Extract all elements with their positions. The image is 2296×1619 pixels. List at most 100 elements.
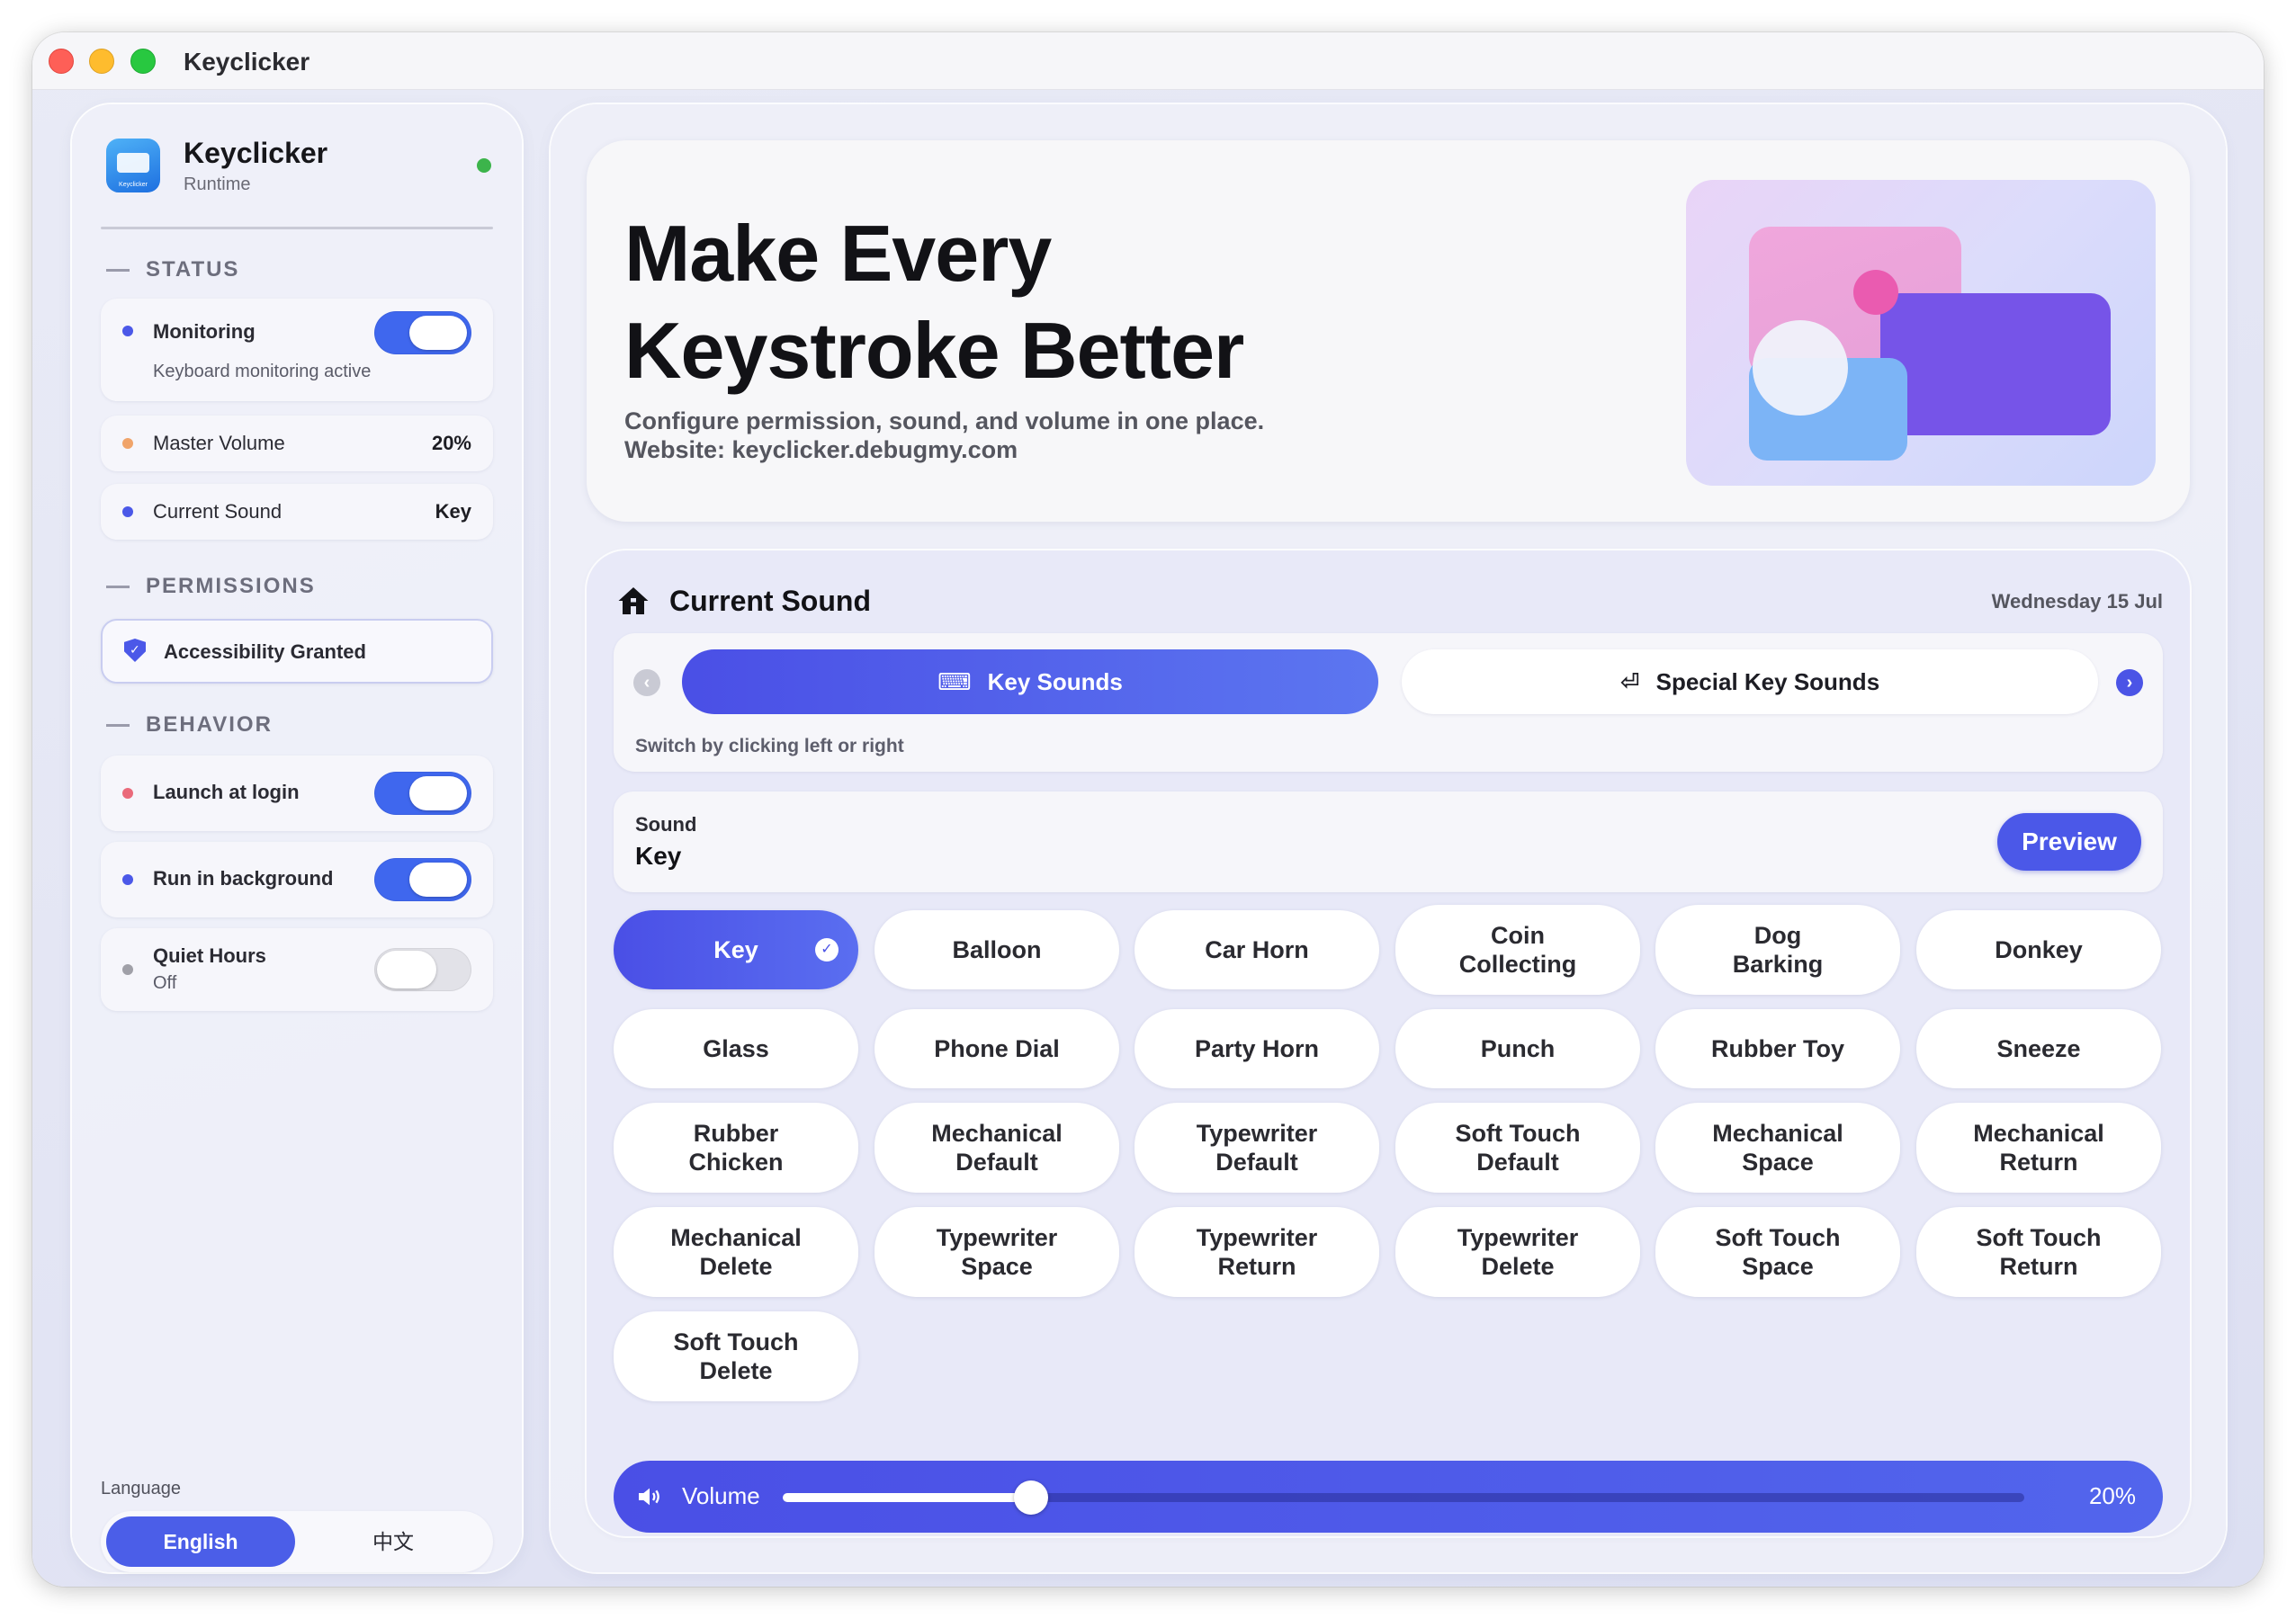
language-switcher: English 中文 (101, 1511, 493, 1572)
sound-option-button[interactable]: Phone Dial (874, 1009, 1119, 1088)
sound-option-button[interactable]: Soft Touch Return (1916, 1207, 2161, 1297)
hero-card: Make Every Keystroke Better Configure pe… (587, 140, 2190, 522)
sound-option-button[interactable]: Typewriter Delete (1395, 1207, 1640, 1297)
volume-label: Volume (682, 1482, 760, 1509)
hero-subtitle: Configure permission, sound, and volume … (624, 407, 1265, 463)
accessibility-label: Accessibility Granted (164, 640, 366, 663)
app-name: Keyclicker (184, 137, 328, 169)
sound-option-label: Punch (1480, 1035, 1556, 1062)
sound-option-button[interactable]: Glass (614, 1009, 858, 1088)
quiet-hours-toggle[interactable] (374, 948, 471, 991)
volume-slider-thumb[interactable] (1014, 1480, 1048, 1515)
status-dot (122, 326, 133, 336)
sound-option-button[interactable]: Car Horn (1135, 910, 1379, 989)
sound-option-button[interactable]: Typewriter Default (1135, 1103, 1379, 1193)
language-english-button[interactable]: English (106, 1516, 295, 1567)
sound-option-button[interactable]: Soft Touch Delete (614, 1311, 858, 1401)
master-volume-label: Master Volume (153, 432, 285, 454)
sound-option-label: Mechanical Delete (670, 1224, 802, 1280)
sound-option-label: Donkey (1995, 936, 2083, 963)
sound-option-label: Mechanical Return (1973, 1120, 2104, 1176)
language-chinese-button[interactable]: 中文 (299, 1516, 488, 1567)
sound-field-value: Key (635, 842, 682, 870)
sound-field-label: Sound (635, 813, 697, 836)
return-icon: ⏎ (1619, 668, 1640, 695)
sound-option-label: Typewriter Space (936, 1224, 1058, 1280)
monitoring-card: Monitoring Keyboard monitoring active (101, 299, 493, 401)
preview-button[interactable]: Preview (1997, 813, 2141, 871)
sound-option-button[interactable]: Dog Barking (1655, 905, 1900, 995)
window-title: Keyclicker (184, 48, 310, 76)
panel-title: Current Sound (669, 585, 871, 617)
sound-option-label: Rubber Toy (1711, 1035, 1844, 1062)
date-label: Wednesday 15 Jul (1991, 590, 2163, 613)
sound-option-button[interactable]: Punch (1395, 1009, 1640, 1088)
sound-option-label: Glass (703, 1035, 769, 1062)
hero-title: Make Every Keystroke Better (624, 209, 1244, 395)
sound-option-button[interactable]: Rubber Toy (1655, 1009, 1900, 1088)
sound-option-button[interactable]: Party Horn (1135, 1009, 1379, 1088)
monitoring-toggle[interactable] (374, 311, 471, 354)
status-dot (122, 506, 133, 517)
master-volume-value: 20% (431, 432, 471, 454)
sound-option-button[interactable]: Donkey (1916, 910, 2161, 989)
tabs-hint: Switch by clicking left or right (635, 736, 904, 756)
sound-option-button[interactable]: Soft Touch Default (1395, 1103, 1640, 1193)
sound-option-label: Mechanical Space (1712, 1120, 1843, 1176)
volume-slider-fill (783, 1493, 1031, 1502)
tab-special-key-sounds[interactable]: ⏎ Special Key Sounds (1402, 649, 2098, 714)
chevron-left-icon[interactable]: ‹ (633, 669, 660, 696)
current-sound-value: Key (435, 500, 471, 523)
run-in-background-card: Run in background (101, 842, 493, 917)
sound-option-label: Mechanical Default (931, 1120, 1063, 1176)
section-heading-behavior: BEHAVIOR (106, 712, 273, 738)
launch-at-login-card: Launch at login (101, 756, 493, 831)
monitoring-sublabel: Keyboard monitoring active (153, 362, 372, 381)
sound-option-label: Soft Touch Delete (673, 1328, 799, 1384)
hero-illustration (1686, 180, 2156, 486)
sound-option-button[interactable]: Typewriter Return (1135, 1207, 1379, 1297)
sound-option-button[interactable]: Sneeze (1916, 1009, 2161, 1088)
status-dot (122, 438, 133, 449)
chevron-right-icon[interactable]: › (2116, 669, 2143, 696)
sound-option-label: Coin Collecting (1458, 922, 1577, 978)
launch-at-login-label: Launch at login (153, 781, 300, 803)
accessibility-card[interactable]: ✓ Accessibility Granted (101, 619, 493, 684)
minimize-window-button[interactable] (89, 49, 114, 74)
volume-slider[interactable] (783, 1480, 2024, 1515)
tab-key-sounds[interactable]: ⌨ Key Sounds (682, 649, 1378, 714)
keyboard-app-icon: Keyclicker (106, 139, 160, 192)
shield-check-icon: ✓ (124, 639, 146, 662)
sound-option-label: Key (713, 936, 758, 963)
volume-value: 20% (2088, 1482, 2136, 1509)
close-window-button[interactable] (49, 49, 74, 74)
app-subtitle: Runtime (184, 174, 251, 194)
speaker-icon (639, 1488, 659, 1506)
sound-option-button[interactable]: Mechanical Return (1916, 1103, 2161, 1193)
quiet-hours-card: Quiet Hours Off (101, 928, 493, 1011)
current-sound-label: Current Sound (153, 500, 283, 523)
sound-option-button[interactable]: Key ✓ (614, 910, 858, 989)
status-dot (122, 964, 133, 975)
runtime-status-dot (477, 158, 491, 173)
zoom-window-button[interactable] (130, 49, 156, 74)
sound-option-button[interactable]: Balloon (874, 910, 1119, 989)
app-window: Keyclicker Keyclicker Keyclicker Runtime… (32, 32, 2264, 1587)
sound-option-button[interactable]: Mechanical Space (1655, 1103, 1900, 1193)
sound-option-button[interactable]: Rubber Chicken (614, 1103, 858, 1193)
check-circle-icon: ✓ (815, 938, 839, 962)
sound-option-label: Sneeze (1996, 1035, 2081, 1062)
run-in-background-toggle[interactable] (374, 858, 471, 901)
sound-option-button[interactable]: Soft Touch Space (1655, 1207, 1900, 1297)
sound-option-button[interactable]: Mechanical Default (874, 1103, 1119, 1193)
sound-option-button[interactable]: Coin Collecting (1395, 905, 1640, 995)
sound-option-button[interactable]: Typewriter Space (874, 1207, 1119, 1297)
home-icon (618, 587, 649, 614)
title-bar: Keyclicker (32, 32, 2264, 90)
selected-sound-card: Sound Key Preview (614, 792, 2163, 892)
sound-option-button[interactable]: Mechanical Delete (614, 1207, 858, 1297)
main-panel: Make Every Keystroke Better Configure pe… (551, 104, 2226, 1572)
launch-at-login-toggle[interactable] (374, 772, 471, 815)
sound-option-label: Typewriter Return (1196, 1224, 1318, 1280)
sound-option-label: Car Horn (1205, 936, 1309, 963)
